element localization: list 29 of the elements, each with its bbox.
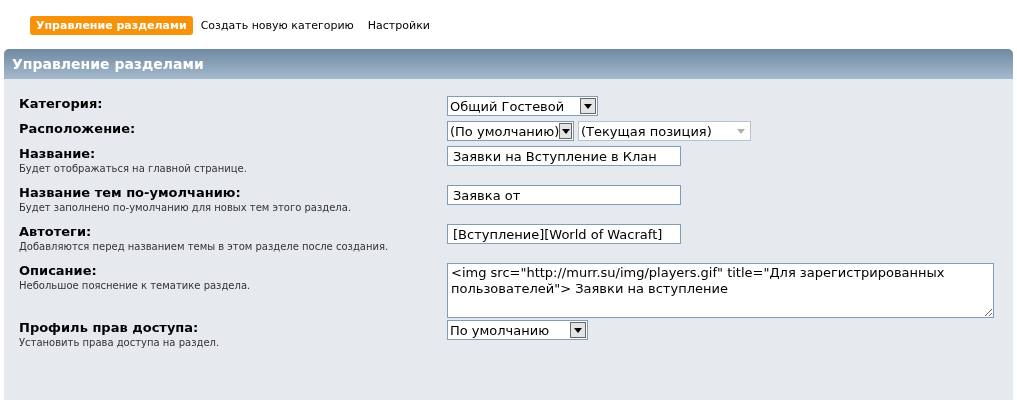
caret-icon bbox=[570, 322, 586, 338]
panel-title: Управление разделами bbox=[12, 54, 204, 74]
field-label: Описание: bbox=[19, 263, 98, 279]
text-field[interactable]: Заявка от bbox=[447, 185, 681, 205]
field-label: Профиль прав доступа: bbox=[19, 320, 200, 336]
field-hint: Будет отображаться на главной странице. bbox=[19, 162, 248, 176]
field-label: Название: bbox=[19, 146, 97, 162]
field-hint: Установить права доступа на раздел. bbox=[19, 336, 221, 350]
field-hint: Добавляются перед названием темы в этом разделе после создания. bbox=[19, 240, 390, 254]
field-hint: Небольшое пояснение к тематике раздела. bbox=[19, 279, 252, 293]
dropdown-value: (По умолчанию) bbox=[450, 124, 560, 138]
field-label: Категория: bbox=[19, 96, 104, 112]
field-label: Расположение: bbox=[19, 121, 137, 137]
dropdown[interactable]: (По умолчанию) bbox=[447, 121, 574, 141]
nav-tab[interactable]: Создать новую категорию bbox=[194, 16, 360, 35]
field-hint: Будет заполнено по-умолчанию для новых тем этого раздела. bbox=[19, 201, 353, 215]
dropdown[interactable]: По умолчанию bbox=[447, 320, 588, 340]
dropdown-value: Общий Гостевой bbox=[450, 99, 565, 113]
description-field[interactable]: <img src="http://murr.su/img/players.gif" title="Для зарегистрированных пользователей"> Заявки на вступление bbox=[447, 263, 994, 318]
caret-icon bbox=[559, 123, 572, 139]
field-label: Название тем по-умолчанию: bbox=[19, 185, 242, 201]
text-field[interactable]: Заявки на Вступление в Клан bbox=[447, 146, 681, 166]
text-field[interactable]: [Вступление][World of Wacraft] bbox=[447, 224, 681, 244]
caret-icon bbox=[580, 98, 596, 114]
nav-tab[interactable]: Настройки bbox=[361, 16, 436, 35]
dropdown-value: По умолчанию bbox=[450, 323, 550, 337]
dropdown[interactable]: Общий Гостевой bbox=[447, 96, 598, 116]
dropdown-value: (Текущая позиция) bbox=[581, 124, 712, 138]
field-label: Автотеги: bbox=[19, 224, 93, 240]
